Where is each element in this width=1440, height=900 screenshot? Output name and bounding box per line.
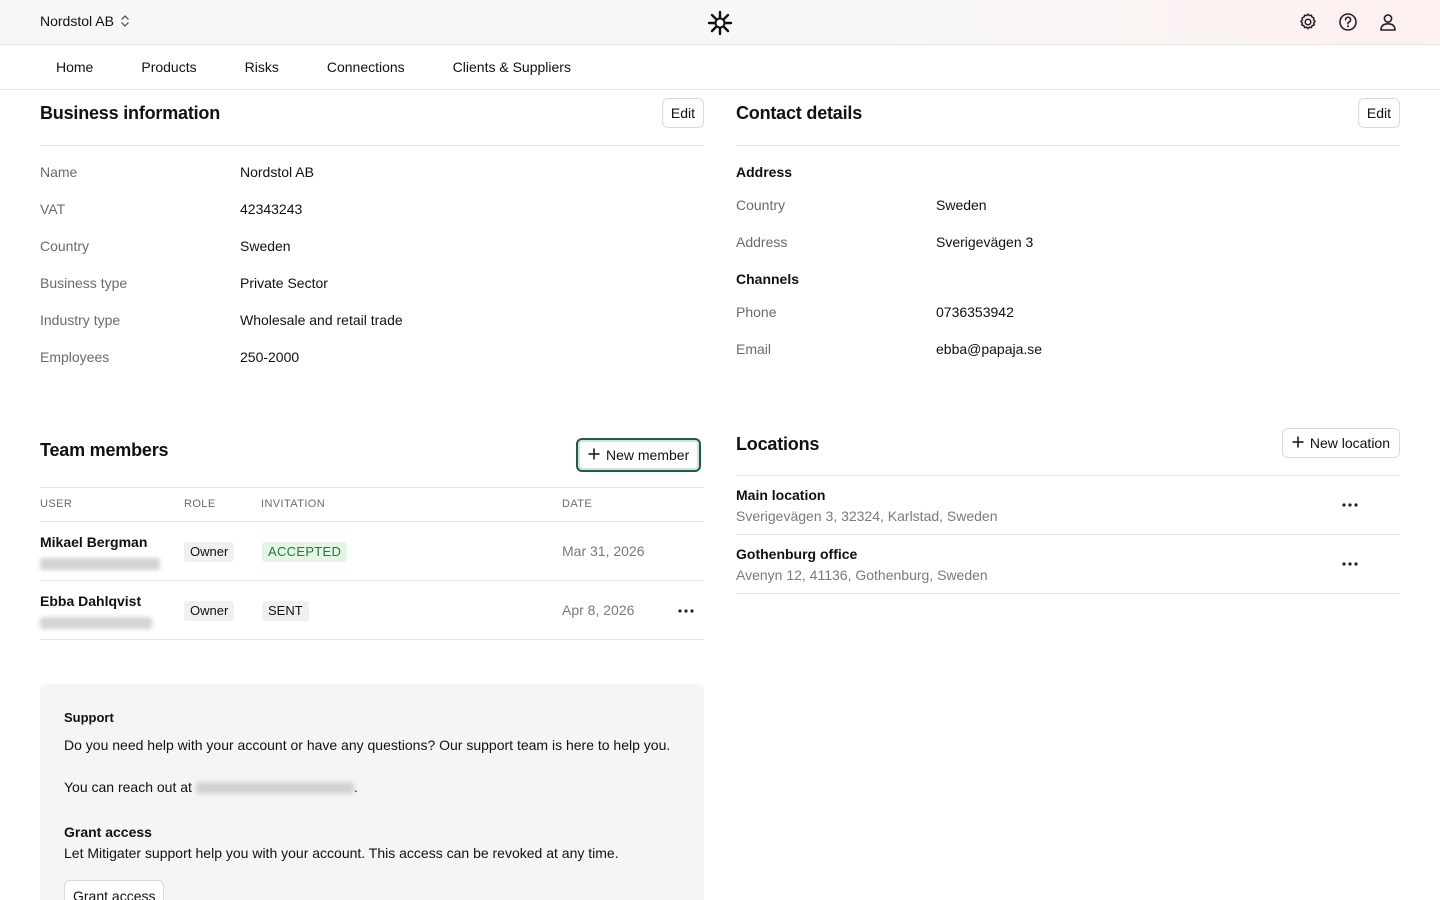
grant-access-heading: Grant access <box>64 824 152 840</box>
contact-edit-button[interactable]: Edit <box>1357 98 1400 128</box>
business-edit-button[interactable]: Edit <box>661 98 704 128</box>
invitation-status-badge: ACCEPTED <box>262 542 348 562</box>
field-label-name: Name <box>40 164 78 180</box>
support-reach-line: You can reach out at . <box>64 777 684 798</box>
location-name: Gothenburg office <box>736 546 858 562</box>
user-icon[interactable] <box>1376 10 1400 34</box>
column-header-role: ROLE <box>184 498 216 510</box>
invitation-status-badge: SENT <box>262 601 309 621</box>
team-members-title: Team members <box>40 440 169 460</box>
invitation-date: Apr 8, 2026 <box>562 602 635 618</box>
nav-products[interactable]: Products <box>117 45 220 90</box>
contact-address-value: Sverigevägen 3 <box>936 234 1034 250</box>
table-row: Mikael Bergman Owner ACCEPTED Mar 31, 20… <box>40 522 704 581</box>
new-member-button[interactable]: New member <box>576 438 702 472</box>
column-header-invitation: INVITATION <box>261 498 326 510</box>
field-value-name: Nordstol AB <box>240 164 314 180</box>
field-value-country: Sweden <box>240 238 291 254</box>
field-value-vat: 42343243 <box>240 201 303 217</box>
nav-clients-suppliers[interactable]: Clients & Suppliers <box>429 45 595 90</box>
plus-icon <box>588 447 600 463</box>
location-name: Main location <box>736 487 826 503</box>
nav-risks[interactable]: Risks <box>221 45 303 90</box>
nav-home[interactable]: Home <box>32 45 117 90</box>
redacted-email <box>40 558 160 570</box>
divider <box>736 145 1400 146</box>
nav-connections[interactable]: Connections <box>303 45 429 90</box>
role-badge: Owner <box>184 601 235 621</box>
business-info-section: Business information Edit Name Nordstol … <box>40 98 704 378</box>
contact-email-label: Email <box>736 341 772 357</box>
contact-details-section: Contact details Edit Address Country Swe… <box>736 98 1400 378</box>
field-label-industry-type: Industry type <box>40 312 121 328</box>
contact-phone-value: 0736353942 <box>936 304 1014 320</box>
contact-email-value: ebba@papaja.se <box>936 341 1043 357</box>
new-location-label: New location <box>1309 435 1390 451</box>
chevron-updown-icon <box>120 14 130 28</box>
field-value-industry-type: Wholesale and retail trade <box>240 312 403 328</box>
channels-heading: Channels <box>736 271 800 287</box>
business-info-title: Business information <box>40 103 221 123</box>
settings-icon[interactable] <box>1296 10 1320 34</box>
contact-details-title: Contact details <box>736 103 863 123</box>
more-options-icon[interactable] <box>1338 493 1362 517</box>
locations-title: Locations <box>736 434 820 454</box>
role-badge: Owner <box>184 542 235 562</box>
list-item[interactable]: Main location Sverigevägen 3, 32324, Kar… <box>736 476 1400 535</box>
location-address: Avenyn 12, 41136, Gothenburg, Sweden <box>736 567 988 583</box>
column-header-user: USER <box>40 498 73 510</box>
member-name: Mikael Bergman <box>40 534 148 550</box>
contact-country-value: Sweden <box>936 197 987 213</box>
locations-section: Locations New location Main location Sve… <box>736 428 1400 598</box>
support-text: Do you need help with your account or ha… <box>64 737 671 753</box>
field-label-country: Country <box>40 238 90 254</box>
redacted-email <box>40 617 152 629</box>
team-table-header: USER ROLE INVITATION DATE <box>40 498 704 522</box>
more-options-icon[interactable] <box>1338 552 1362 576</box>
top-bar: Nordstol AB <box>0 0 1440 45</box>
new-location-button[interactable]: New location <box>1281 428 1400 458</box>
list-item[interactable]: Gothenburg office Avenyn 12, 41136, Goth… <box>736 535 1400 594</box>
field-label-vat: VAT <box>40 201 66 217</box>
column-header-date: DATE <box>562 498 593 510</box>
contact-country-label: Country <box>736 197 786 213</box>
field-label-business-type: Business type <box>40 275 128 291</box>
support-card: Support Do you need help with your accou… <box>40 684 704 900</box>
plus-icon <box>1292 435 1304 451</box>
field-value-business-type: Private Sector <box>240 275 328 291</box>
field-label-employees: Employees <box>40 349 110 365</box>
support-reach-suffix: . <box>353 779 358 795</box>
new-member-label: New member <box>606 447 690 463</box>
divider <box>40 145 704 146</box>
divider <box>40 487 704 488</box>
grant-access-button[interactable]: Grant access <box>64 880 165 900</box>
redacted-support-email[interactable] <box>195 782 354 795</box>
support-reach-prefix: You can reach out at <box>64 779 192 795</box>
table-row: Ebba Dahlqvist Owner SENT Apr 8, 2026 <box>40 581 704 640</box>
member-name: Ebba Dahlqvist <box>40 593 142 609</box>
address-heading: Address <box>736 164 793 180</box>
main-nav: Home Products Risks Connections Clients … <box>0 45 1440 90</box>
field-value-employees: 250-2000 <box>240 349 300 365</box>
help-icon[interactable] <box>1336 10 1360 34</box>
invitation-date: Mar 31, 2026 <box>562 543 645 559</box>
support-title: Support <box>64 710 114 725</box>
grant-access-text: Let Mitigater support help you with your… <box>64 845 619 861</box>
org-name: Nordstol AB <box>40 13 114 29</box>
contact-phone-label: Phone <box>736 304 777 320</box>
logo-icon[interactable] <box>706 9 734 37</box>
team-members-section: Team members New member USER ROLE INVITA… <box>40 436 704 646</box>
contact-address-label: Address <box>736 234 788 250</box>
location-address: Sverigevägen 3, 32324, Karlstad, Sweden <box>736 508 998 524</box>
more-options-icon[interactable] <box>674 599 698 623</box>
org-switcher[interactable]: Nordstol AB <box>40 13 130 29</box>
